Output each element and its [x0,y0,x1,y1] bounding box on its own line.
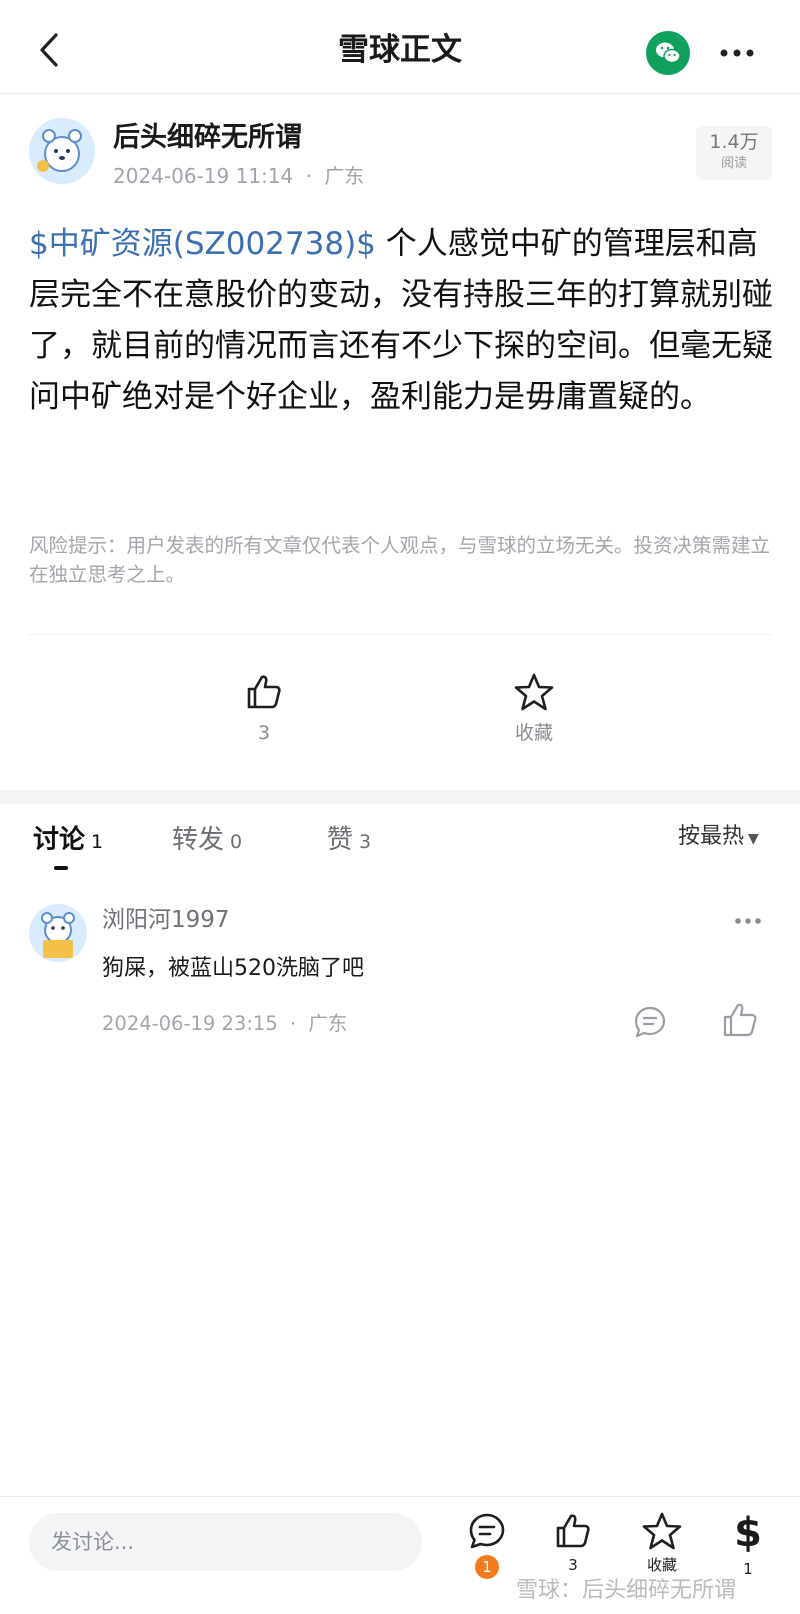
active-tab-indicator [54,866,68,870]
comment-location: 广东 [308,1012,348,1035]
snowball-mascot-reading-icon [29,904,87,962]
tab-likes-count: 3 [359,831,372,853]
chat-bubble-icon [469,1513,505,1549]
caret-down-icon: ▼ [748,831,759,847]
wechat-share-button[interactable] [646,31,690,75]
comment-more-button[interactable] [728,910,768,932]
post-location: 广东 [324,164,365,188]
section-separator [0,790,800,804]
favorite-label: 收藏 [514,722,553,744]
tab-repost-label: 转发 [172,825,225,855]
more-horizontal-icon [735,918,761,924]
snowball-mascot-avatar-icon [29,118,95,184]
tab-repost[interactable]: 转发 0 [172,822,242,860]
comment-input[interactable] [29,1513,422,1571]
tab-repost-count: 0 [230,831,243,853]
commenter-avatar[interactable] [29,904,87,962]
bottom-like-count: 3 [568,1556,578,1574]
stock-tag-link[interactable]: $中矿资源(SZ002738)$ [29,226,376,262]
bottom-favorite-label: 收藏 [646,1556,677,1574]
tab-likes[interactable]: 赞3 [327,822,371,860]
favorite-button[interactable]: 收藏 [484,672,584,746]
like-button[interactable]: 3 [214,672,314,746]
dollar-icon: $ [734,1510,762,1556]
more-horizontal-icon [720,49,754,57]
thumbs-up-icon [723,1003,757,1037]
thumbs-up-icon [247,675,281,709]
author-name[interactable]: 后头细碎无所谓 [113,120,302,156]
thumbs-up-icon [556,1514,590,1548]
meta-separator: · [305,164,312,188]
sort-label: 按最热 [678,824,745,849]
bottom-discuss-button[interactable]: 1 [457,1511,517,1579]
star-icon [642,1512,682,1550]
bottom-reward-button[interactable]: $ 1 [718,1511,778,1579]
risk-disclaimer: 风险提示：用户发表的所有文章仅代表个人观点，与雪球的立场无关。投资决策需建立在独… [29,534,771,586]
tab-likes-label: 赞 [327,825,354,855]
discuss-count-badge: 1 [475,1555,499,1579]
comment-date: 2024-06-19 23:15 [102,1012,278,1035]
divider [29,634,771,635]
tab-discussion-count: 1 [91,831,104,853]
watermark: 雪球：后头细碎无所谓 [516,1578,737,1603]
views-count: 1.4万 [709,131,759,153]
chat-bubble-icon [634,1006,666,1038]
like-count: 3 [257,722,271,744]
comment-meta: 2024-06-19 23:15 · 广东 [102,1010,347,1038]
comment-reply-button[interactable] [632,1004,668,1040]
comment-text: 狗屎，被蓝山520洗脑了吧 [102,956,364,981]
post-date: 2024-06-19 11:14 [113,164,294,188]
tab-discussion-label: 讨论 [33,825,86,855]
meta-separator: · [289,1012,297,1035]
bottom-favorite-button[interactable]: 收藏 [632,1511,692,1575]
post-meta: 2024-06-19 11:14 · 广东 [113,162,364,190]
post-body: $中矿资源(SZ002738)$ 个人感觉中矿的管理层和高层完全不在意股价的变动… [29,219,777,423]
views-label: 阅读 [720,156,747,171]
bottom-like-button[interactable]: 3 [543,1511,603,1575]
comment-like-button[interactable] [720,1000,760,1040]
views-badge: 1.4万 阅读 [696,126,772,180]
sort-dropdown[interactable]: 按最热 ▼ [678,820,759,856]
author-avatar[interactable] [29,118,95,184]
commenter-name[interactable]: 浏阳河1997 [102,904,230,936]
star-icon [514,673,554,711]
top-nav-bar: 雪球正文 [0,0,800,94]
more-options-button[interactable] [712,38,762,68]
tab-discussion[interactable]: 讨论 1 [33,822,103,860]
wechat-icon [656,42,681,64]
